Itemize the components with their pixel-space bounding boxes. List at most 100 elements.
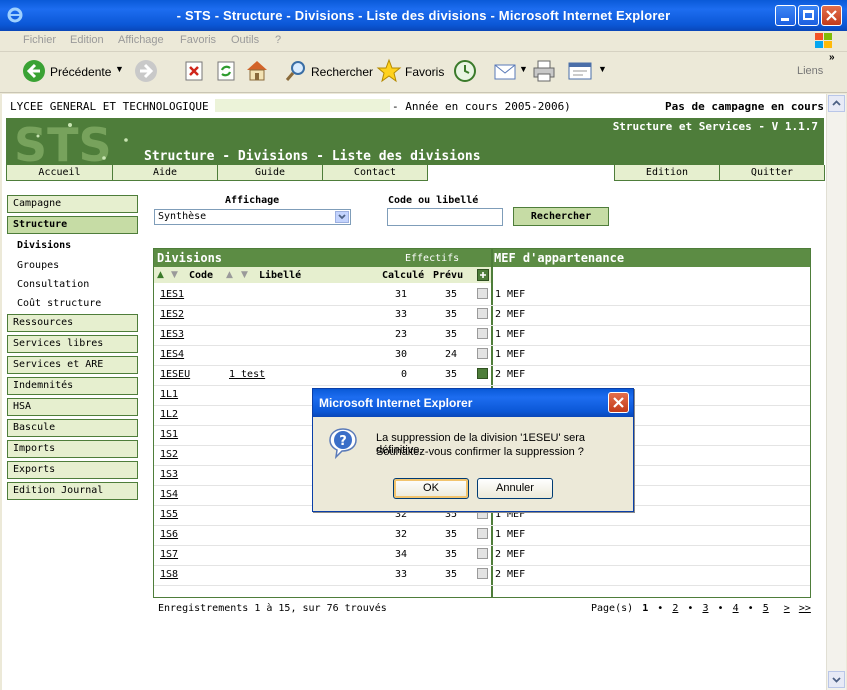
dialog-close-button[interactable] (608, 392, 629, 413)
edit-dropdown-icon[interactable]: ▼ (598, 64, 607, 74)
favorites-button[interactable]: Favoris (405, 65, 444, 79)
sidebar-item-imports[interactable]: Imports (7, 440, 138, 458)
division-code-link[interactable]: 1S4 (160, 489, 178, 500)
sidebar-sub-consultation[interactable]: Consultation (17, 279, 89, 290)
division-code-link[interactable]: 1S8 (160, 569, 178, 580)
row-select-checkbox[interactable] (477, 328, 488, 339)
sidebar-item-indemnites[interactable]: Indemnités (7, 377, 138, 395)
row-select-checkbox[interactable] (477, 548, 488, 559)
sidebar-item-campagne[interactable]: Campagne (7, 195, 138, 213)
sidebar-item-services-libres[interactable]: Services libres (7, 335, 138, 353)
row-select-checkbox[interactable] (477, 348, 488, 359)
home-icon[interactable] (244, 58, 270, 82)
division-code-link[interactable]: 1S3 (160, 469, 178, 480)
scroll-up-button[interactable] (828, 95, 845, 112)
sidebar-item-exports[interactable]: Exports (7, 461, 138, 479)
division-libelle-link[interactable]: 1 test (229, 369, 265, 380)
effectifs-header: Effectifs (405, 253, 460, 264)
nav-accueil[interactable]: Accueil (6, 165, 113, 181)
favorites-star-icon[interactable] (376, 58, 402, 84)
row-select-checkbox[interactable] (477, 288, 488, 299)
sidebar-sub-groupes[interactable]: Groupes (17, 260, 59, 271)
sort-desc-icon[interactable]: ▼ (171, 270, 178, 280)
mail-icon[interactable] (493, 60, 519, 82)
sidebar-item-bascule[interactable]: Bascule (7, 419, 138, 437)
affichage-select[interactable]: Synthèse (154, 209, 351, 225)
page-last[interactable]: >> (799, 603, 811, 614)
division-code-link[interactable]: 1ES3 (160, 329, 184, 340)
nav-guide[interactable]: Guide (217, 165, 323, 181)
sidebar-item-hsa[interactable]: HSA (7, 398, 138, 416)
menu-help[interactable]: ? (275, 34, 281, 46)
mail-dropdown-icon[interactable]: ▼ (519, 64, 528, 74)
menu-affichage[interactable]: Affichage (118, 34, 164, 46)
minimize-button[interactable] (775, 5, 796, 26)
maximize-button[interactable] (798, 5, 819, 26)
sidebar-sub-cout-structure[interactable]: Coût structure (17, 298, 101, 309)
division-code-link[interactable]: 1S5 (160, 509, 178, 520)
sidebar-item-services-are[interactable]: Services et ARE (7, 356, 138, 374)
stop-icon[interactable] (183, 60, 205, 82)
col-libelle[interactable]: Libellé (259, 270, 301, 281)
code-libelle-input[interactable] (387, 208, 503, 226)
division-code-link[interactable]: 1ES1 (160, 289, 184, 300)
records-count: Enregistrements 1 à 15, sur 76 trouvés (158, 603, 387, 614)
division-code-link[interactable]: 1L1 (160, 389, 178, 400)
links-button[interactable]: Liens (797, 65, 823, 77)
refresh-icon[interactable] (215, 60, 237, 82)
sidebar-item-ressources[interactable]: Ressources (7, 314, 138, 332)
division-code-link[interactable]: 1L2 (160, 409, 178, 420)
chevron-down-icon[interactable] (335, 211, 349, 223)
close-button[interactable] (821, 5, 842, 26)
page-2[interactable]: 2 (672, 603, 678, 614)
vertical-scrollbar[interactable] (826, 94, 846, 690)
search-icon[interactable] (284, 59, 308, 83)
sort-desc-icon[interactable]: ▼ (241, 270, 248, 280)
scroll-down-button[interactable] (828, 671, 845, 688)
add-division-icon[interactable] (477, 269, 489, 281)
nav-quitter[interactable]: Quitter (719, 165, 825, 181)
division-code-link[interactable]: 1S7 (160, 549, 178, 560)
back-arrow-icon[interactable] (22, 59, 46, 83)
forward-arrow-icon[interactable] (134, 59, 158, 83)
edit-page-icon[interactable] (567, 60, 593, 82)
ok-button[interactable]: OK (393, 478, 469, 499)
nav-aide[interactable]: Aide (112, 165, 218, 181)
page-4[interactable]: 4 (733, 603, 739, 614)
menu-fichier[interactable]: Fichier (23, 34, 56, 46)
division-code-link[interactable]: 1ESEU (160, 369, 190, 380)
page-5[interactable]: 5 (763, 603, 769, 614)
back-dropdown-icon[interactable]: ▼ (115, 64, 124, 74)
sidebar-item-structure[interactable]: Structure (7, 216, 138, 234)
chevron-more-icon[interactable]: » (829, 52, 835, 63)
sidebar-item-edition-journal[interactable]: Edition Journal (7, 482, 138, 500)
division-code-link[interactable]: 1ES4 (160, 349, 184, 360)
page-3[interactable]: 3 (702, 603, 708, 614)
nav-contact[interactable]: Contact (322, 165, 428, 181)
effectif-prevu: 35 (444, 309, 457, 320)
sidebar-sub-divisions[interactable]: Divisions (17, 240, 71, 251)
col-code[interactable]: Code (189, 270, 213, 281)
page-next[interactable]: > (784, 603, 790, 614)
menu-outils[interactable]: Outils (231, 34, 259, 46)
division-code-link[interactable]: 1ES2 (160, 309, 184, 320)
menu-edition[interactable]: Edition (70, 34, 104, 46)
row-select-checkbox[interactable] (477, 528, 488, 539)
history-icon[interactable] (453, 59, 477, 83)
row-select-checkbox[interactable] (477, 568, 488, 579)
back-button[interactable]: Précédente (50, 65, 111, 79)
division-code-link[interactable]: 1S1 (160, 429, 178, 440)
code-libelle-label: Code ou libellé (388, 195, 479, 206)
row-select-checkbox[interactable] (477, 308, 488, 319)
division-code-link[interactable]: 1S2 (160, 449, 178, 460)
sort-asc-icon[interactable]: ▲ (157, 270, 164, 280)
menu-favoris[interactable]: Favoris (180, 34, 216, 46)
nav-edition[interactable]: Edition (614, 165, 720, 181)
rechercher-button[interactable]: Rechercher (513, 207, 609, 226)
division-code-link[interactable]: 1S6 (160, 529, 178, 540)
print-icon[interactable] (531, 59, 557, 83)
cancel-button[interactable]: Annuler (477, 478, 553, 499)
sort-asc-icon[interactable]: ▲ (226, 270, 233, 280)
row-select-checkbox[interactable] (477, 368, 488, 379)
search-button[interactable]: Rechercher (311, 65, 373, 79)
